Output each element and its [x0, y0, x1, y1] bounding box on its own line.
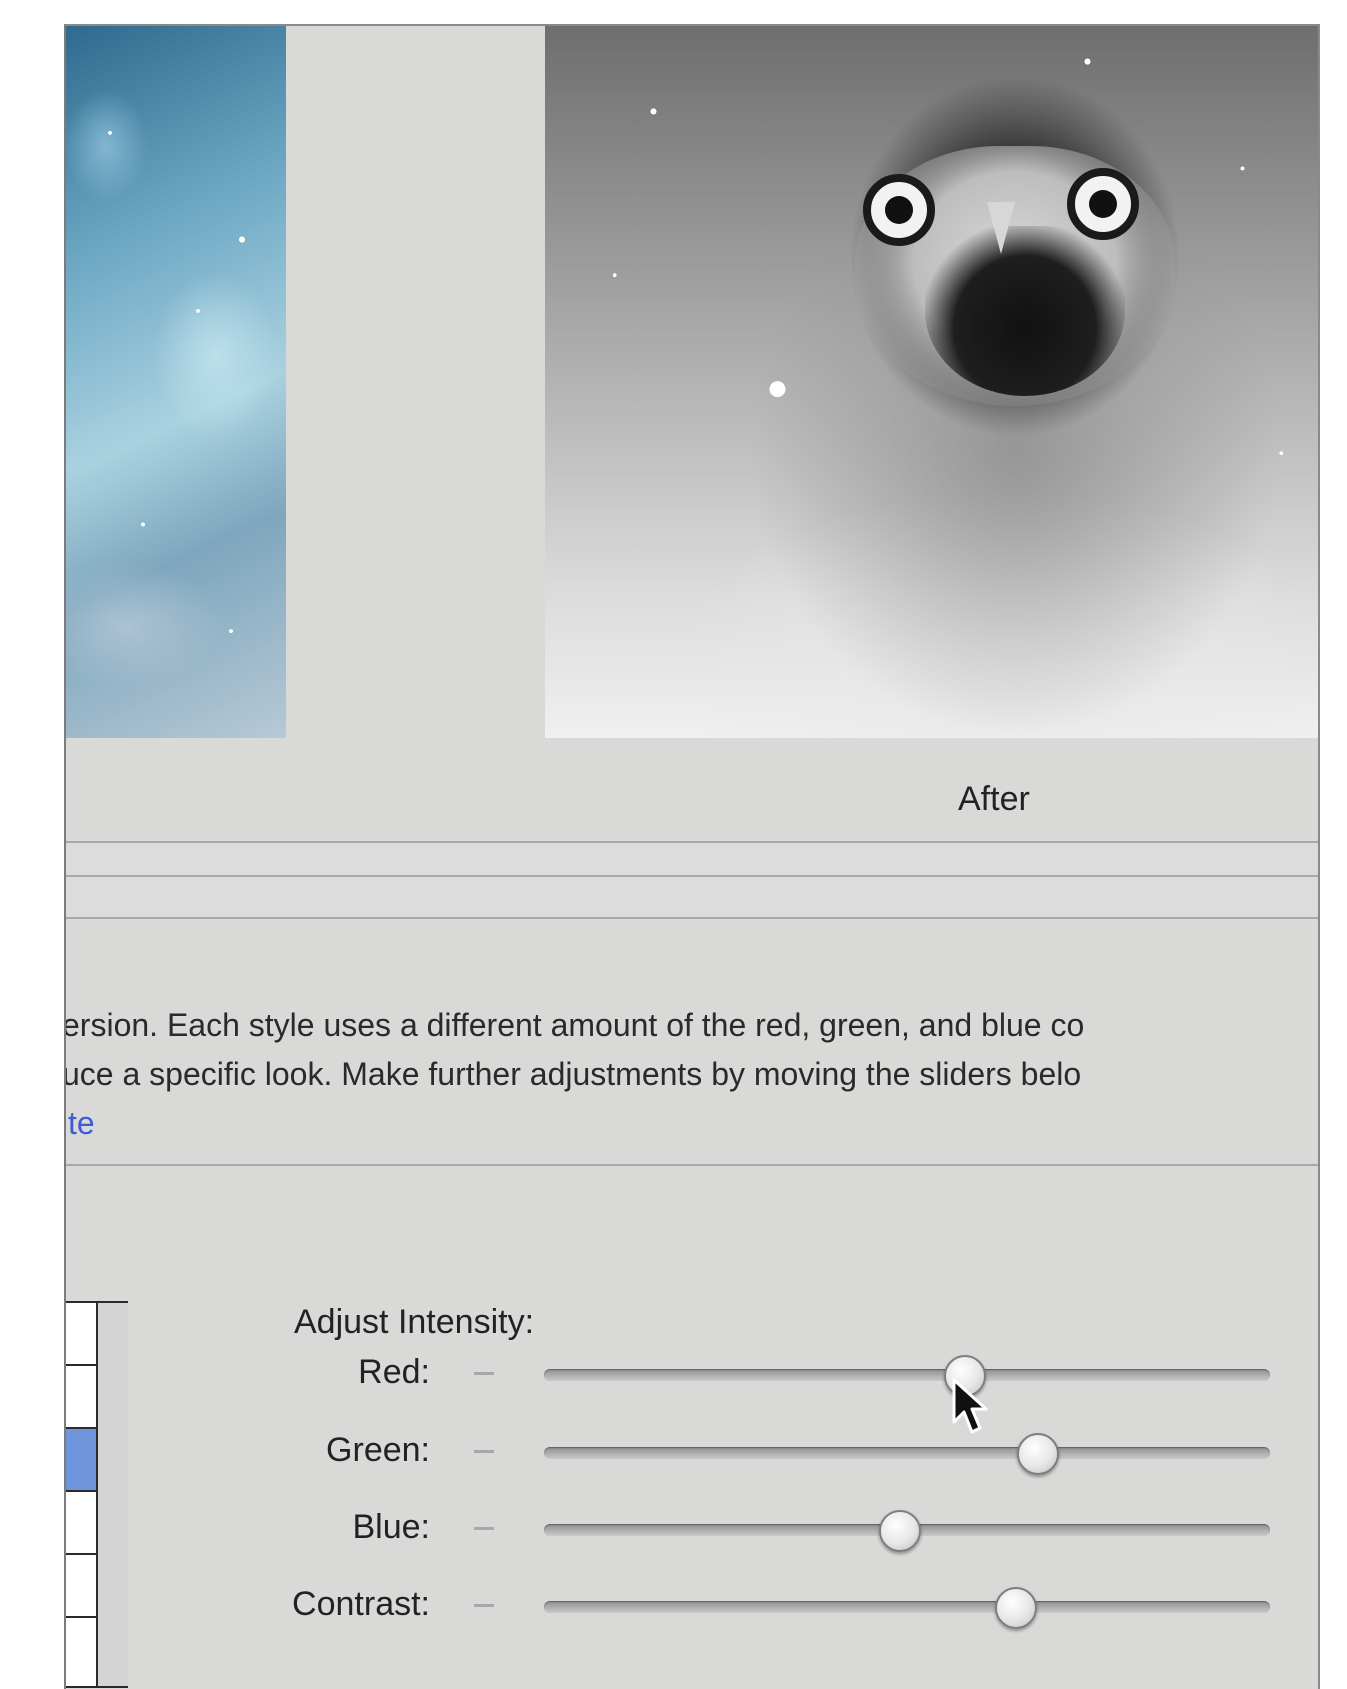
- red-minus-icon: [474, 1372, 494, 1375]
- contrast-slider-track[interactable]: [544, 1601, 1270, 1613]
- blue-minus-icon: [474, 1527, 494, 1530]
- contrast-minus-icon: [474, 1604, 494, 1607]
- contrast-slider-knob[interactable]: [994, 1587, 1037, 1629]
- red-slider-track[interactable]: [544, 1369, 1270, 1381]
- divider: [66, 917, 1318, 919]
- green-slider-track[interactable]: [544, 1447, 1270, 1459]
- section-band: [66, 843, 1318, 875]
- description-line: uce a specific look. Make further adjust…: [64, 1056, 1082, 1092]
- mouse-cursor-icon: [952, 1378, 988, 1434]
- after-label: After: [958, 780, 1030, 818]
- description-line: ersion. Each style uses a different amou…: [64, 1007, 1085, 1043]
- before-preview-image: [66, 26, 286, 738]
- blue-slider-label: Blue:: [352, 1508, 431, 1546]
- green-slider-label: Green:: [326, 1431, 430, 1469]
- style-list-item[interactable]: [66, 1618, 96, 1679]
- divider: [66, 1164, 1318, 1166]
- section-band: [66, 877, 1318, 917]
- red-slider-label: Red:: [358, 1353, 430, 1391]
- adjust-intensity-title: Adjust Intensity:: [294, 1303, 535, 1341]
- style-description: ersion. Each style uses a different amou…: [66, 1001, 1318, 1148]
- after-preview-image: [545, 26, 1318, 738]
- contrast-slider-label: Contrast:: [292, 1585, 430, 1623]
- green-slider-knob[interactable]: [1016, 1433, 1059, 1475]
- learn-more-link[interactable]: te: [68, 1099, 1318, 1148]
- green-minus-icon: [474, 1450, 494, 1453]
- blue-slider-knob[interactable]: [878, 1510, 921, 1552]
- convert-to-bw-dialog: After ersion. Each style uses a differen…: [64, 24, 1320, 1689]
